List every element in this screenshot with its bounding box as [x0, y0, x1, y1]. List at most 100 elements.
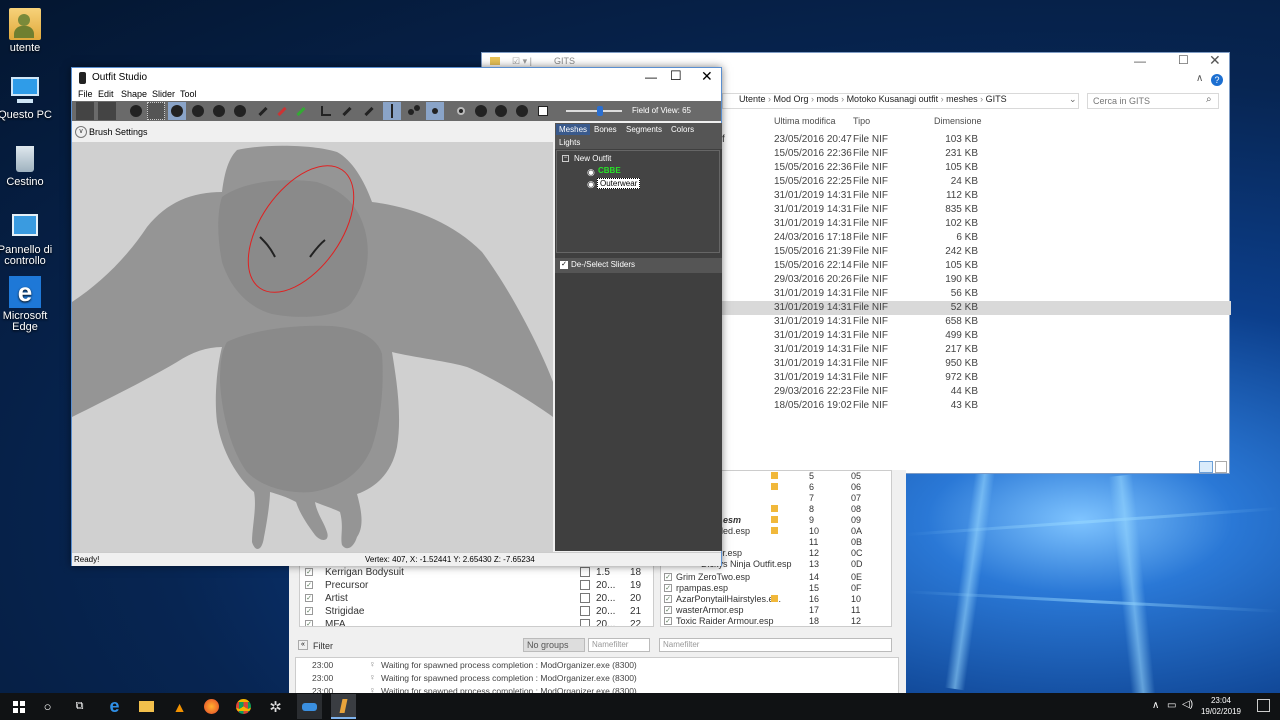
mod-checkbox[interactable]: ✓: [305, 620, 313, 626]
mod-row[interactable]: ✓ MFA 20... 22: [300, 618, 641, 626]
file-row[interactable]: 29/03/2016 20:26 File NIF 190 KB: [722, 273, 1231, 287]
mod-checkbox[interactable]: ✓: [305, 581, 313, 589]
dropdown-icon[interactable]: ⌄: [1069, 94, 1077, 105]
file-row[interactable]: 31/01/2019 14:31 File NIF 217 KB: [722, 343, 1231, 357]
shading-icon[interactable]: [472, 102, 490, 120]
select-tool-icon[interactable]: [76, 102, 94, 120]
breadcrumb-gits[interactable]: GITS: [986, 94, 1007, 104]
task-view-icon[interactable]: ⧉: [67, 694, 92, 719]
volume-icon[interactable]: ◁): [1182, 699, 1193, 710]
edge-tool-icon[interactable]: [360, 102, 378, 120]
fov-slider[interactable]: [566, 106, 622, 116]
3d-viewport[interactable]: [72, 142, 553, 552]
chrome-icon[interactable]: [231, 694, 256, 719]
maximize-button[interactable]: ☐: [1178, 53, 1189, 67]
minimize-button[interactable]: —: [1134, 54, 1146, 68]
move-brush-icon[interactable]: [210, 102, 228, 120]
vlc-icon[interactable]: ▲: [167, 694, 192, 719]
column-date[interactable]: Ultima modifica: [774, 116, 836, 126]
desktop-icon-this-pc[interactable]: Questo PC: [0, 75, 55, 139]
tree-root-label[interactable]: New Outfit: [574, 154, 611, 163]
global-brush-icon[interactable]: [426, 102, 444, 120]
connected-only-icon[interactable]: [405, 102, 423, 120]
mod-checkbox[interactable]: ✓: [305, 568, 313, 576]
file-explorer-icon[interactable]: [134, 694, 159, 719]
os-maximize-button[interactable]: ☐: [670, 68, 682, 84]
breadcrumb-utente[interactable]: Utente: [739, 94, 766, 104]
notifications-icon[interactable]: [1257, 699, 1270, 712]
file-row[interactable]: 31/01/2019 14:31 File NIF 112 KB: [722, 189, 1231, 203]
smooth-brush-icon[interactable]: [231, 102, 249, 120]
file-row[interactable]: 24/03/2016 17:18 File NIF 6 KB: [722, 231, 1231, 245]
mod-checkbox[interactable]: ✓: [305, 607, 313, 615]
mod-row[interactable]: ✓ Precursor 20... 19: [300, 579, 641, 592]
tab-bones[interactable]: Bones: [591, 124, 620, 135]
menu-file[interactable]: File: [78, 89, 93, 99]
select-sliders-checkbox[interactable]: ✓: [560, 261, 568, 269]
chevron-down-icon[interactable]: ∨: [75, 126, 87, 138]
filter-toggle-button[interactable]: «: [298, 640, 308, 650]
mod-row[interactable]: ✓ Kerrigan Bodysuit 1.5 18: [300, 566, 641, 579]
mesh-item-cbbe[interactable]: CBBE: [598, 166, 621, 175]
mod-row[interactable]: ✓ Strigidae 20... 21: [300, 605, 641, 618]
plugin-row[interactable]: ✓ AzarPonytailHairstyles.e... 16 10: [661, 594, 891, 605]
mesh-item-outerwear[interactable]: Outerwear: [597, 178, 641, 189]
desktop-icon-user[interactable]: utente: [0, 8, 55, 72]
outfit-studio-taskbar-icon[interactable]: [331, 694, 356, 719]
eye-icon[interactable]: ◉: [587, 167, 595, 178]
texture-icon[interactable]: [513, 102, 531, 120]
deflate-brush-icon[interactable]: [189, 102, 207, 120]
search-input[interactable]: Cerca in GITS ⌕: [1087, 93, 1219, 109]
groups-select[interactable]: No groups: [523, 638, 585, 652]
desktop-icon-recycle-bin[interactable]: Cestino: [0, 142, 55, 206]
column-size[interactable]: Dimensione: [934, 116, 982, 126]
plugin-checkbox[interactable]: ✓: [664, 606, 672, 614]
mask-tool-icon[interactable]: [147, 102, 165, 120]
firefox-icon[interactable]: [199, 694, 224, 719]
file-row[interactable]: 15/05/2016 22:36 File NIF 105 KB: [722, 161, 1231, 175]
mod-row[interactable]: ✓ Artist 20... 20: [300, 592, 641, 605]
file-row[interactable]: 31/01/2019 14:31 File NIF 56 KB: [722, 287, 1231, 301]
alpha-brush-icon[interactable]: [292, 102, 310, 120]
search-icon[interactable]: ○: [35, 694, 60, 719]
plugin-row[interactable]: ✓ Grim ZeroTwo.esp 14 0E: [661, 572, 891, 583]
chevron-up-icon[interactable]: ∧: [1152, 700, 1159, 711]
desktop-icon-control-panel[interactable]: Pannello di controllo: [0, 210, 55, 274]
file-row[interactable]: 31/01/2019 14:31 File NIF 102 KB: [722, 217, 1231, 231]
tab-colors[interactable]: Colors: [668, 124, 697, 135]
file-row[interactable]: 31/01/2019 14:31 File NIF 972 KB: [722, 371, 1231, 385]
plugin-row[interactable]: ✓ wasterArmor.esp 17 11: [661, 605, 891, 616]
file-row[interactable]: 31/01/2019 14:31 File NIF 499 KB: [722, 329, 1231, 343]
tab-meshes[interactable]: Meshes: [556, 124, 591, 135]
breadcrumb-meshes[interactable]: meshes: [946, 94, 978, 104]
wireframe-icon[interactable]: [492, 102, 510, 120]
breadcrumb-motoko[interactable]: Motoko Kusanagi outfit: [847, 94, 939, 104]
file-row[interactable]: f 23/05/2016 20:47 File NIF 103 KB: [722, 133, 1231, 147]
clock[interactable]: 23:04 19/02/2019: [1196, 695, 1246, 717]
inflate-brush-icon[interactable]: [168, 102, 186, 120]
fov-slider-knob[interactable]: [596, 106, 603, 116]
file-row[interactable]: 15/05/2016 22:14 File NIF 105 KB: [722, 259, 1231, 273]
mirror-x-icon[interactable]: [383, 102, 401, 120]
chevron-up-icon[interactable]: ∧: [1196, 73, 1203, 84]
plugin-checkbox[interactable]: ✓: [664, 584, 672, 592]
start-button[interactable]: [6, 694, 31, 719]
large-icons-view-icon[interactable]: [1215, 461, 1227, 473]
color-brush-icon[interactable]: [273, 102, 291, 120]
xray-icon[interactable]: [452, 102, 470, 120]
menu-tool[interactable]: Tool: [180, 89, 197, 99]
menu-edit[interactable]: Edit: [98, 89, 114, 99]
plugin-checkbox[interactable]: ✓: [664, 617, 672, 625]
search-icon[interactable]: ⌕: [1206, 94, 1212, 105]
brush-settings-bar[interactable]: ∨ Brush Settings: [72, 123, 553, 141]
plugin-checkbox[interactable]: ✓: [664, 573, 672, 581]
menu-slider[interactable]: Slider: [152, 89, 175, 99]
tree-collapse-icon[interactable]: −: [562, 155, 569, 162]
network-icon[interactable]: ▭: [1167, 700, 1176, 711]
tab-lights[interactable]: Lights: [556, 137, 583, 148]
cube-icon[interactable]: [534, 102, 552, 120]
file-row[interactable]: 15/05/2016 22:25 File NIF 24 KB: [722, 175, 1231, 189]
mod-organizer-icon[interactable]: [297, 694, 322, 719]
plugin-checkbox[interactable]: ✓: [664, 595, 672, 603]
file-row[interactable]: 18/05/2016 19:02 File NIF 43 KB: [722, 399, 1231, 413]
